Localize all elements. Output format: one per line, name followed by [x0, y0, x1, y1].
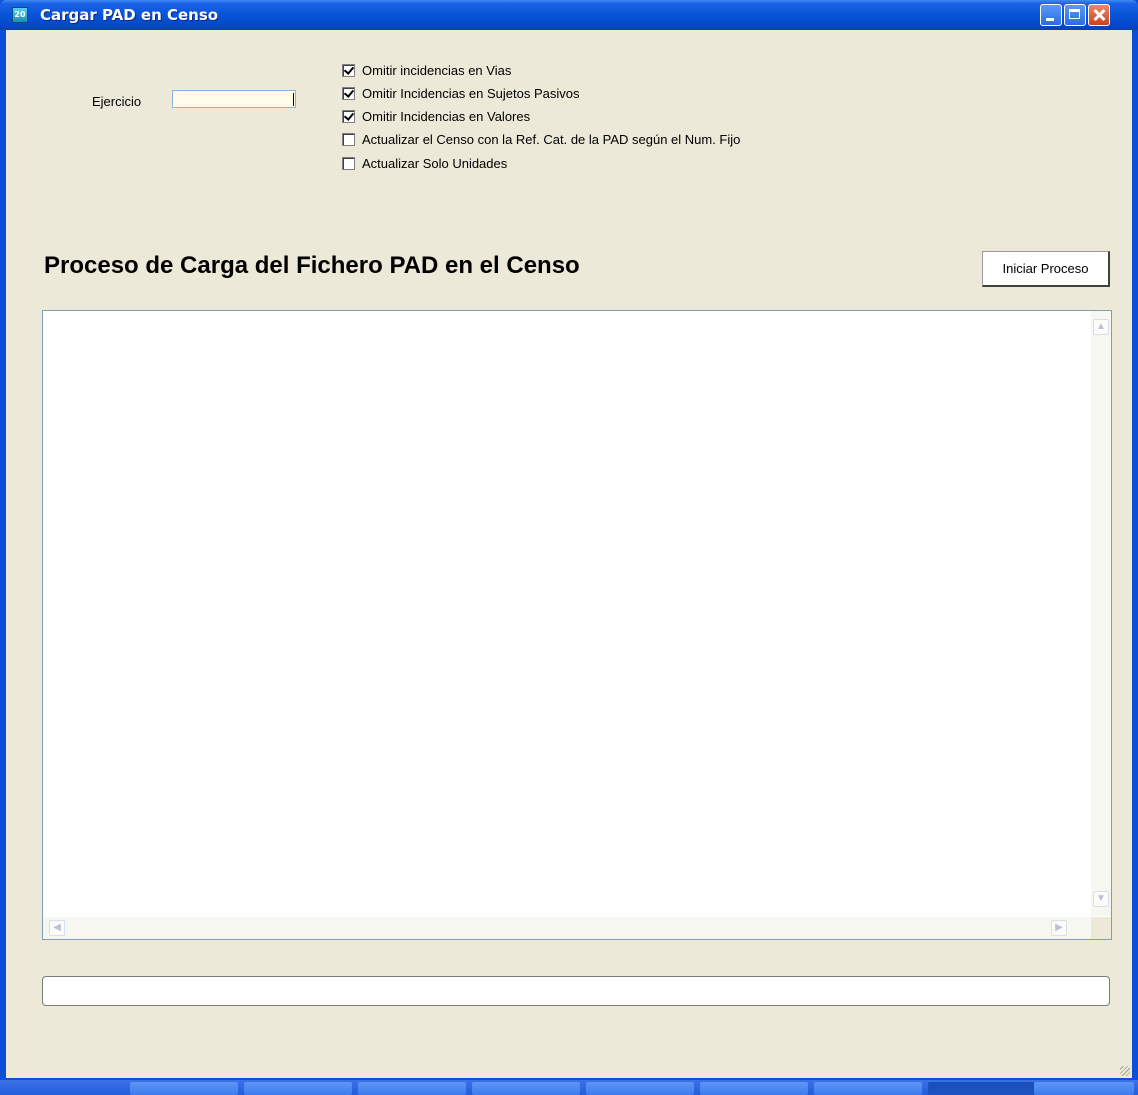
taskbar-button[interactable]: [586, 1082, 694, 1095]
option-label: Omitir Incidencias en Sujetos Pasivos: [362, 85, 580, 101]
checkbox-actualizar-solo-unidades[interactable]: [342, 156, 355, 170]
vertical-scrollbar[interactable]: ▲ ▼: [1091, 311, 1111, 916]
option-actualizar-censo[interactable]: Actualizar el Censo con la Ref. Cat. de …: [342, 131, 740, 147]
app-icon: 20: [12, 7, 28, 23]
app-window: 20 Cargar PAD en Censo Ejercicio Omitir …: [0, 0, 1138, 1080]
option-label: Actualizar Solo Unidades: [362, 155, 508, 171]
scrollbar-corner: [1091, 917, 1111, 939]
option-label: Omitir Incidencias en Valores: [362, 108, 531, 124]
title-bar[interactable]: 20 Cargar PAD en Censo: [0, 0, 1138, 30]
scroll-up-icon[interactable]: ▲: [1093, 319, 1109, 335]
close-button[interactable]: [1088, 4, 1110, 26]
option-omitir-valores[interactable]: Omitir Incidencias en Valores: [342, 108, 530, 124]
scroll-left-icon[interactable]: ◀: [49, 920, 65, 936]
iniciar-proceso-button[interactable]: Iniciar Proceso: [982, 251, 1110, 287]
option-omitir-vias[interactable]: Omitir incidencias en Vias: [342, 62, 511, 78]
resize-grip[interactable]: [1120, 1066, 1130, 1076]
maximize-button[interactable]: [1064, 4, 1086, 26]
minimize-button[interactable]: [1040, 4, 1062, 26]
taskbar-button[interactable]: [1034, 1082, 1134, 1095]
horizontal-scrollbar[interactable]: ◀ ▶: [43, 917, 1091, 939]
taskbar-button[interactable]: [700, 1082, 808, 1095]
checkbox-omitir-sujetos-pasivos[interactable]: [342, 86, 355, 100]
dialog-client-area: Ejercicio Omitir incidencias en Vias Omi…: [6, 30, 1132, 1078]
window-title: Cargar PAD en Censo: [40, 6, 219, 24]
ejercicio-input[interactable]: [172, 90, 296, 108]
taskbar-button[interactable]: [244, 1082, 352, 1095]
checkbox-omitir-valores[interactable]: [342, 109, 355, 123]
page-title: Proceso de Carga del Fichero PAD en el C…: [44, 252, 580, 279]
checkbox-actualizar-censo[interactable]: [342, 132, 355, 146]
taskbar-button[interactable]: [472, 1082, 580, 1095]
option-label: Omitir incidencias en Vias: [362, 62, 512, 78]
option-actualizar-solo-unidades[interactable]: Actualizar Solo Unidades: [342, 155, 507, 171]
taskbar: [0, 1080, 1138, 1095]
option-omitir-sujetos-pasivos[interactable]: Omitir Incidencias en Sujetos Pasivos: [342, 85, 579, 101]
checkbox-omitir-vias[interactable]: [342, 63, 355, 77]
process-log-textarea[interactable]: ▲ ▼ ◀ ▶: [42, 310, 1112, 940]
taskbar-button[interactable]: [814, 1082, 922, 1095]
option-label: Actualizar el Censo con la Ref. Cat. de …: [362, 131, 741, 147]
taskbar-button[interactable]: [130, 1082, 238, 1095]
taskbar-button[interactable]: [358, 1082, 466, 1095]
progress-bar: [42, 976, 1110, 1006]
scroll-down-icon[interactable]: ▼: [1093, 891, 1109, 907]
scroll-right-icon[interactable]: ▶: [1051, 920, 1067, 936]
text-caret: [293, 93, 294, 106]
taskbar-button-active[interactable]: [928, 1082, 1036, 1095]
ejercicio-label: Ejercicio: [92, 94, 142, 109]
